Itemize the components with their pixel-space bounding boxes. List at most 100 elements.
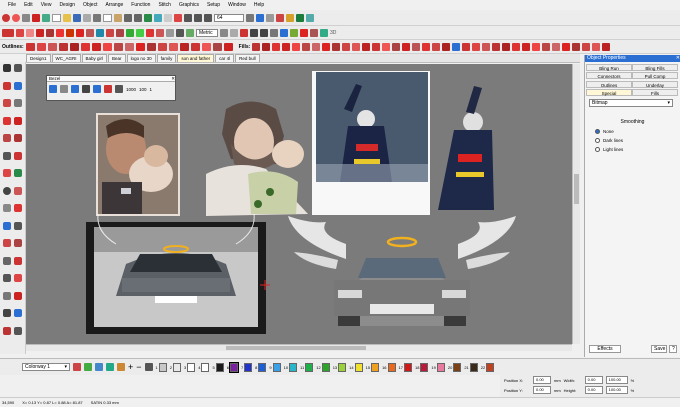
zoom-box-icon[interactable] — [184, 13, 192, 22]
units-combo[interactable]: Metric — [196, 28, 218, 37]
vertical-scrollbar[interactable] — [572, 64, 580, 344]
shape-icon[interactable] — [56, 28, 64, 37]
zoom-combo[interactable]: 64 — [214, 13, 244, 22]
fill-type-icon[interactable] — [542, 42, 551, 51]
horizontal-scrollbar[interactable] — [26, 344, 572, 351]
color-swatch[interactable]: 7 — [241, 362, 253, 372]
tool-icon[interactable] — [3, 204, 11, 212]
object-icon[interactable] — [220, 28, 228, 37]
fill-type-icon[interactable] — [362, 42, 371, 51]
document-tab[interactable]: Bear — [108, 54, 126, 62]
swatch-color[interactable] — [158, 362, 167, 372]
swatch-color[interactable] — [486, 362, 495, 372]
fill-type-icon[interactable] — [372, 42, 381, 51]
racer-photo[interactable] — [312, 71, 430, 215]
menu-stitch[interactable]: Stitch — [154, 2, 175, 8]
fill-type-icon[interactable] — [552, 42, 561, 51]
palette-icon[interactable] — [73, 363, 81, 371]
fill-type-icon[interactable] — [442, 42, 451, 51]
hoop-view-icon[interactable] — [154, 13, 162, 22]
fill-type-icon[interactable] — [512, 42, 521, 51]
column-icon[interactable] — [76, 28, 84, 37]
color-swatch[interactable]: 19 — [431, 362, 445, 372]
outline-type-icon[interactable] — [212, 42, 222, 51]
fill-type-icon[interactable] — [402, 42, 411, 51]
swatch-color[interactable] — [187, 362, 196, 372]
swatch-color[interactable] — [173, 362, 181, 372]
paste-icon[interactable] — [114, 13, 122, 22]
color-swatch[interactable]: 12 — [316, 362, 330, 372]
down-icon[interactable] — [93, 85, 101, 93]
tool-icon[interactable] — [3, 99, 11, 107]
swatch-color[interactable] — [371, 362, 380, 372]
panel-tab[interactable]: Outlines — [586, 80, 632, 88]
bitmap-dropdown[interactable]: Bitmap ▾ — [589, 99, 673, 107]
outline-type-icon[interactable] — [190, 42, 200, 51]
fill-type-icon[interactable] — [252, 42, 261, 51]
outline-type-icon[interactable] — [113, 42, 123, 51]
fill-type-icon[interactable] — [412, 42, 421, 51]
fill-type-icon[interactable] — [422, 42, 431, 51]
tool-icon[interactable] — [14, 81, 22, 90]
color-swatch[interactable]: 11 — [300, 362, 314, 372]
stitch-angle-icon[interactable] — [156, 28, 164, 37]
swatch-color[interactable] — [338, 362, 347, 372]
menu-edit[interactable]: Edit — [20, 2, 37, 8]
tool-icon[interactable] — [14, 64, 22, 72]
red-thread-icon[interactable] — [2, 28, 14, 37]
copy-icon[interactable] — [103, 13, 112, 22]
tool-icon[interactable] — [3, 309, 11, 317]
appliqué-icon[interactable] — [66, 28, 74, 37]
color-swatch[interactable]: 16 — [382, 362, 396, 372]
grid-toggle-icon[interactable] — [306, 13, 314, 22]
fill-type-icon[interactable] — [562, 42, 571, 51]
align-icon[interactable] — [270, 28, 278, 37]
color-swatch[interactable]: 20 — [448, 362, 462, 372]
panel-tab[interactable]: Connectors — [586, 72, 632, 79]
outline-type-icon[interactable] — [201, 42, 211, 51]
auto-digitize-icon[interactable] — [176, 28, 184, 37]
needle-icon[interactable] — [174, 13, 182, 22]
bling-icon[interactable] — [96, 28, 104, 37]
menu-object[interactable]: Object — [79, 2, 101, 8]
fill-type-icon[interactable] — [312, 42, 321, 51]
new-file-icon[interactable] — [52, 13, 61, 22]
outline-type-icon[interactable] — [47, 42, 57, 51]
tool-icon[interactable] — [14, 99, 22, 107]
panel-close-icon[interactable]: ✕ — [676, 55, 680, 62]
color-swatch[interactable]: 6 — [227, 361, 239, 373]
color-settings-icon[interactable] — [144, 363, 153, 371]
swatch-color[interactable] — [289, 362, 298, 372]
tool-icon[interactable] — [3, 116, 11, 125]
tool-icon[interactable] — [3, 274, 11, 282]
swatch-color[interactable] — [321, 362, 330, 372]
color-swatch[interactable]: 5 — [212, 362, 224, 372]
fill-type-icon[interactable] — [602, 42, 611, 51]
panel-tab[interactable]: Pull Comp — [632, 72, 678, 79]
satin-tool-icon[interactable] — [36, 28, 44, 37]
thread-chart-icon[interactable] — [84, 363, 92, 371]
color-swatch[interactable]: 17 — [399, 362, 412, 372]
menu-setup[interactable]: Setup — [203, 2, 224, 8]
cut-icon[interactable] — [93, 13, 101, 22]
node-icon[interactable] — [230, 28, 238, 37]
swatch-color[interactable] — [305, 362, 314, 372]
smoothing-option[interactable]: Light lines — [595, 147, 676, 152]
radio-button[interactable] — [595, 147, 600, 152]
position-y-field[interactable]: 0.00 — [533, 386, 551, 394]
zoom-fit-icon[interactable] — [256, 13, 264, 22]
step-1[interactable]: 1 — [150, 87, 153, 92]
tool-icon[interactable] — [3, 221, 11, 230]
tool-icon[interactable] — [14, 169, 22, 177]
height-field[interactable]: 0.00 — [584, 386, 603, 394]
color-step-icon[interactable] — [104, 85, 112, 93]
nature-icon[interactable] — [126, 28, 134, 37]
tool-icon[interactable] — [3, 81, 11, 90]
heart-icon[interactable] — [146, 28, 154, 37]
zoom-in-icon[interactable] — [194, 13, 202, 22]
fill-type-icon[interactable] — [432, 42, 441, 51]
stitch-icon[interactable] — [60, 85, 68, 93]
trim-icon[interactable] — [240, 28, 248, 37]
tool-icon[interactable] — [3, 256, 11, 265]
menu-view[interactable]: View — [37, 2, 56, 8]
